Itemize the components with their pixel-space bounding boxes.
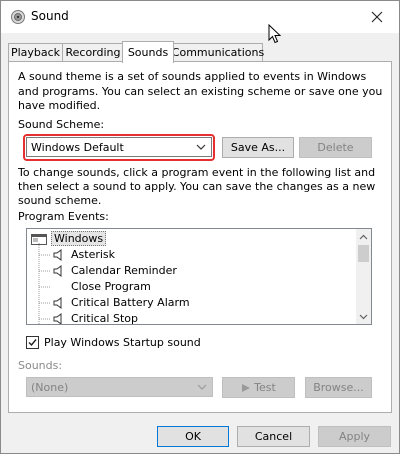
sound-scheme-label: Sound Scheme: [18,118,105,131]
cancel-label: Cancel [254,430,293,443]
browse-button[interactable]: Browse... [305,377,372,398]
close-icon [371,11,383,23]
scheme-highlight-annotation [23,134,215,161]
ok-button[interactable]: OK [157,426,229,447]
speaker-icon [53,249,62,261]
instructions-text-line: then select a sound to apply. You can sa… [18,180,376,193]
speaker-icon [53,265,62,277]
mouse-cursor-icon [268,24,282,44]
browse-label: Browse... [313,381,364,394]
close-button[interactable] [355,1,399,33]
list-item[interactable]: Calendar Reminder [27,263,357,279]
chevron-down-icon [197,384,207,390]
list-item-label: Close Program [71,280,151,293]
list-item-label: Asterisk [71,248,116,261]
sounds-select[interactable]: (None) [26,377,213,397]
intro-text-line: have modified. [18,99,101,112]
title-bar[interactable]: Sound [1,1,399,33]
cancel-button[interactable]: Cancel [237,426,310,447]
sounds-value: (None) [31,381,69,394]
startup-sound-label[interactable]: Play Windows Startup sound [44,336,201,350]
apply-button[interactable]: Apply [318,426,391,447]
sounds-label: Sounds: [18,359,63,372]
program-events-label: Program Events: [18,210,109,223]
instructions-text-line: To change sounds, click a program event … [18,166,376,179]
speaker-icon [53,313,62,324]
window-title: Sound [31,9,69,23]
tab-label: Recording [65,46,121,59]
list-item[interactable]: Asterisk [27,247,357,263]
tab-recording[interactable]: Recording [62,43,124,61]
list-item[interactable]: Critical Battery Alarm [27,295,357,311]
chevron-up-icon [359,234,368,239]
delete-label: Delete [317,141,354,154]
save-as-button[interactable]: Save As... [222,137,294,158]
list-item-label: Calendar Reminder [71,264,177,277]
list-item-label: Critical Stop [71,312,138,325]
apply-label: Apply [338,430,371,443]
scroll-down-button[interactable] [356,309,371,324]
scroll-up-button[interactable] [356,229,371,244]
intro-text-line: and programs. You can select an existing… [18,85,383,98]
delete-button[interactable]: Delete [299,137,372,158]
tab-label: Communications [171,46,265,59]
program-events-list[interactable]: Windows Asterisk Calendar Reminder Close… [26,228,372,325]
list-item[interactable]: Critical Stop [27,311,357,325]
tab-label: Playback [10,46,61,59]
test-button[interactable]: Test [222,377,295,398]
speaker-icon [53,297,62,309]
chevron-down-icon [359,314,368,319]
sound-dialog: Sound Playback Recording Sounds Communic… [0,0,400,454]
startup-sound-checkbox[interactable] [26,336,39,349]
checkmark-icon [28,339,37,347]
play-icon [242,383,251,392]
scroll-thumb[interactable] [358,245,369,262]
save-as-label: Save As... [230,141,286,154]
speaker-app-icon [11,10,25,24]
intro-text-line: A sound theme is a set of sounds applied… [18,70,367,83]
tab-sounds[interactable]: Sounds [122,41,174,63]
ok-label: OK [185,430,201,443]
tab-label: Sounds [127,46,169,59]
test-label: Test [254,381,276,394]
tab-communications[interactable]: Communications [171,43,265,61]
instructions-text-line: sound scheme. [18,194,102,207]
list-item[interactable]: Close Program [27,279,357,295]
tab-playback[interactable]: Playback [8,43,63,61]
events-scrollbar[interactable] [356,229,371,324]
list-item-label: Critical Battery Alarm [71,296,190,309]
